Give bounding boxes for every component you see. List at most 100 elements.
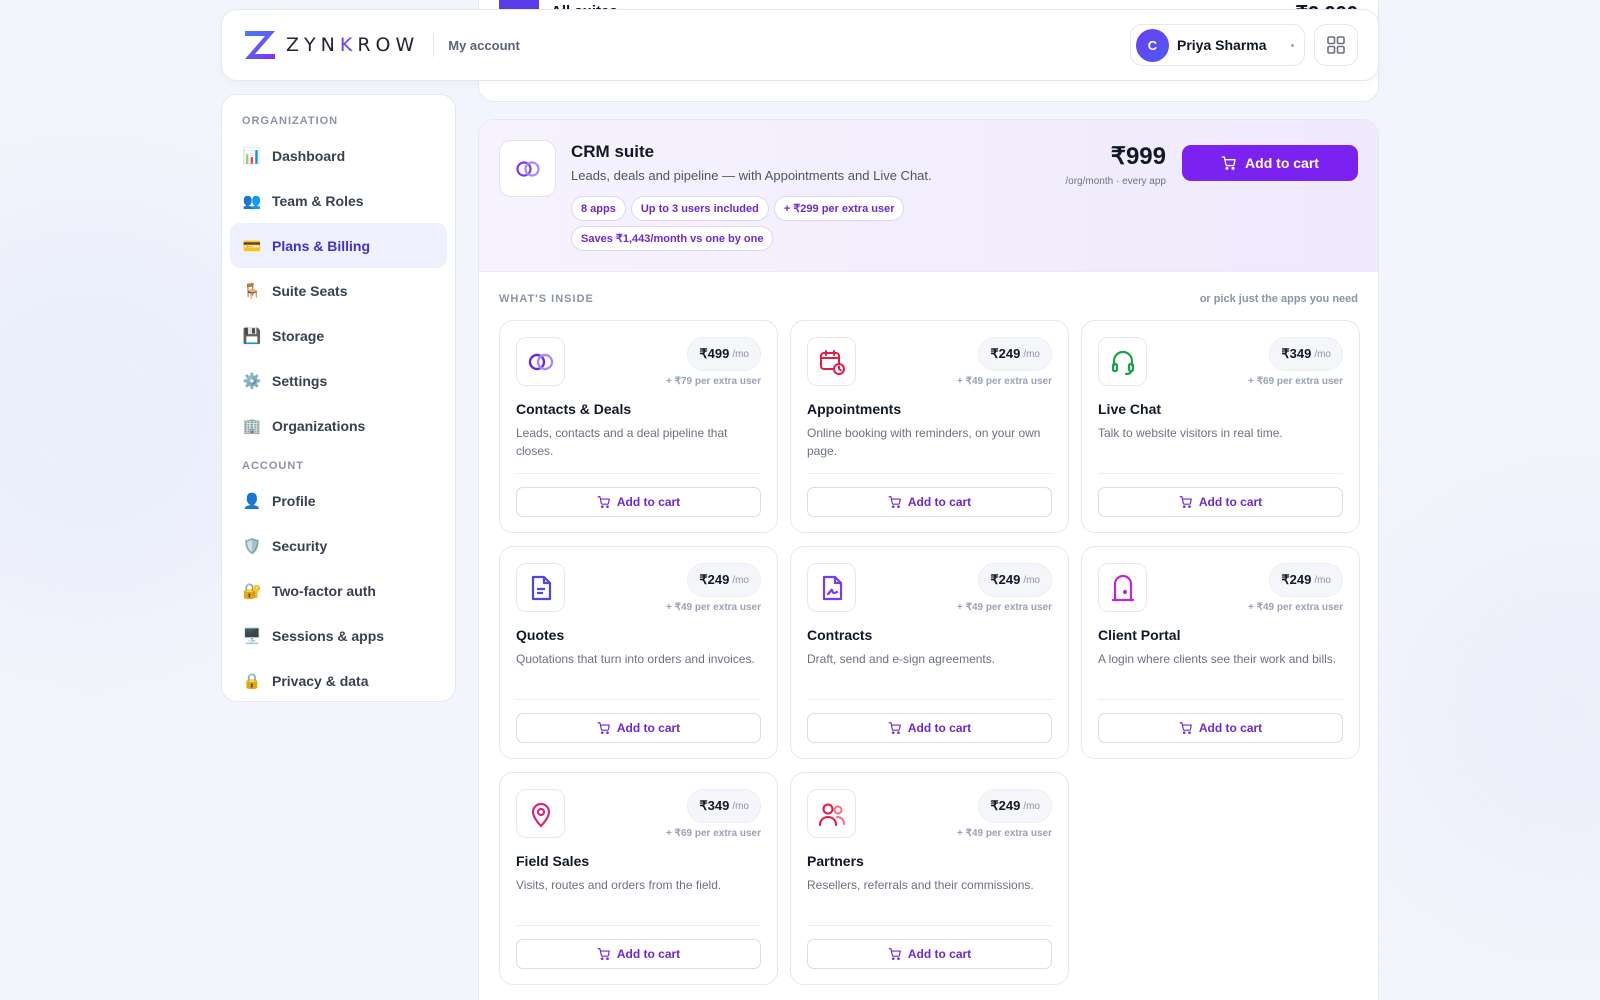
app-description: A login where clients see their work and… <box>1098 652 1337 666</box>
app-extra-user-price: + ₹69 per extra user <box>665 828 761 839</box>
app-name: Partners <box>807 853 864 869</box>
card-divider <box>807 699 1052 700</box>
sidebar-item-team-roles[interactable]: 👥 Team & Roles <box>230 178 447 223</box>
card-divider <box>807 473 1052 474</box>
app-description: Draft, send and e-sign agreements. <box>807 652 996 666</box>
sidebar-item-organizations[interactable]: 🏢 Organizations <box>230 403 447 448</box>
brand-logo[interactable]: ZYNKROW <box>242 28 419 62</box>
grid-icon <box>1327 36 1345 54</box>
document-icon <box>516 563 565 612</box>
card-divider <box>1098 699 1343 700</box>
sidebar-item-dashboard[interactable]: 📊 Dashboard <box>230 133 447 178</box>
app-card-partners: ₹249/mo + ₹49 per extra user Partners Re… <box>790 772 1069 985</box>
app-extra-user-price: + ₹79 per extra user <box>665 376 761 387</box>
add-to-cart-button[interactable]: Add to cart <box>516 939 761 969</box>
app-price: ₹499/mo <box>687 337 761 371</box>
add-to-cart-button[interactable]: Add to cart <box>807 487 1052 517</box>
app-price: ₹249/mo <box>978 337 1052 371</box>
app-card-quotes: ₹249/mo + ₹49 per extra user Quotes Quot… <box>499 546 778 759</box>
app-card-appointments: ₹249/mo + ₹49 per extra user Appointment… <box>790 320 1069 533</box>
app-name: Live Chat <box>1098 401 1162 417</box>
cart-icon <box>1179 722 1192 735</box>
user-name: Priya Sharma <box>1177 37 1267 53</box>
add-to-cart-button[interactable]: Add to cart <box>807 713 1052 743</box>
sidebar-item-storage[interactable]: 💾 Storage <box>230 313 447 358</box>
app-name: Field Sales <box>516 853 590 869</box>
app-grid-button[interactable] <box>1314 24 1358 66</box>
card-divider <box>1098 473 1343 474</box>
sidebar-item-security[interactable]: 🛡️ Security <box>230 523 447 568</box>
sidebar-item-sessions[interactable]: 🖥️ Sessions & apps <box>230 613 447 658</box>
cart-icon <box>1179 496 1192 509</box>
app-price: ₹349/mo <box>687 789 761 823</box>
whats-inside-heading: WHAT'S INSIDE <box>499 293 594 305</box>
lock-key-icon: 🔐 <box>242 581 262 600</box>
chair-icon: 🪑 <box>242 281 262 300</box>
chart-icon: 📊 <box>242 146 262 165</box>
sidebar-heading-account: ACCOUNT <box>242 460 304 472</box>
card-divider <box>516 699 761 700</box>
monitor-icon: 🖥️ <box>242 626 262 645</box>
app-name: Contracts <box>807 627 873 643</box>
shield-icon: 🛡️ <box>242 536 262 555</box>
chip-extra-user: + ₹299 per extra user <box>773 196 905 221</box>
avatar: C <box>1136 28 1169 62</box>
add-to-cart-button[interactable]: Add to cart <box>516 713 761 743</box>
app-description: Talk to website visitors in real time. <box>1098 426 1283 440</box>
app-extra-user-price: + ₹69 per extra user <box>1247 376 1343 387</box>
calendar-clock-icon <box>807 337 856 386</box>
app-price: ₹249/mo <box>687 563 761 597</box>
sidebar: ORGANIZATION 📊 Dashboard 👥 Team & Roles 💳 P… <box>221 94 456 702</box>
chip-savings: Saves ₹1,443/month vs one by one <box>571 226 774 251</box>
app-card-field-sales: ₹349/mo + ₹69 per extra user Field Sales… <box>499 772 778 985</box>
app-extra-user-price: + ₹49 per extra user <box>665 602 761 613</box>
header-divider <box>433 33 435 57</box>
crm-suite-panel: CRM suite Leads, deals and pipeline — wi… <box>478 119 1379 1000</box>
people-icon <box>807 789 856 838</box>
map-pin-icon <box>516 789 565 838</box>
people-icon: 👥 <box>242 191 262 210</box>
suite-title: CRM suite <box>571 142 655 161</box>
sidebar-heading-organization: ORGANIZATION <box>242 115 339 127</box>
app-price: ₹249/mo <box>978 789 1052 823</box>
sidebar-item-privacy[interactable]: 🔒 Privacy & data <box>230 658 447 703</box>
sidebar-item-plans-billing[interactable]: 💳 Plans & Billing <box>230 223 447 268</box>
app-card-client-portal: ₹249/mo + ₹49 per extra user Client Port… <box>1081 546 1360 759</box>
sidebar-item-profile[interactable]: 👤 Profile <box>230 478 447 523</box>
add-to-cart-button[interactable]: Add to cart <box>807 939 1052 969</box>
building-icon: 🏢 <box>242 416 262 435</box>
suite-hero: CRM suite Leads, deals and pipeline — wi… <box>479 120 1378 272</box>
app-name: Contacts & Deals <box>516 401 632 417</box>
app-name: Quotes <box>516 627 565 643</box>
add-to-cart-button[interactable]: Add to cart <box>1098 713 1343 743</box>
app-price: ₹249/mo <box>978 563 1052 597</box>
sidebar-item-settings[interactable]: ⚙️ Settings <box>230 358 447 403</box>
sidebar-item-suite-seats[interactable]: 🪑 Suite Seats <box>230 268 447 313</box>
card-divider <box>516 473 761 474</box>
suite-price-period: /org/month · every app <box>1065 176 1166 187</box>
app-price: ₹349/mo <box>1269 337 1343 371</box>
suite-add-to-cart-button[interactable]: Add to cart <box>1182 145 1358 181</box>
suite-price: ₹999 <box>1110 143 1166 170</box>
cart-icon <box>888 948 901 961</box>
door-icon <box>1098 563 1147 612</box>
chip-users-included: Up to 3 users included <box>630 196 769 221</box>
app-card-contracts: ₹249/mo + ₹49 per extra user Contracts D… <box>790 546 1069 759</box>
app-name: Client Portal <box>1098 627 1181 643</box>
cart-icon <box>597 496 610 509</box>
app-card-live-chat: ₹349/mo + ₹69 per extra user Live Chat T… <box>1081 320 1360 533</box>
user-icon: 👤 <box>242 491 262 510</box>
cart-icon <box>888 722 901 735</box>
add-to-cart-button[interactable]: Add to cart <box>1098 487 1343 517</box>
app-description: Quotations that turn into orders and inv… <box>516 652 755 666</box>
sidebar-item-two-factor[interactable]: 🔐 Two-factor auth <box>230 568 447 613</box>
floppy-disk-icon: 💾 <box>242 326 262 345</box>
app-extra-user-price: + ₹49 per extra user <box>1247 602 1343 613</box>
add-to-cart-button[interactable]: Add to cart <box>516 487 761 517</box>
cart-icon <box>597 722 610 735</box>
cart-icon <box>597 948 610 961</box>
chip-app-count: 8 apps <box>571 196 626 221</box>
headset-icon <box>1098 337 1147 386</box>
lock-icon: 🔒 <box>242 671 262 690</box>
user-menu[interactable]: C Priya Sharma <box>1130 24 1305 66</box>
